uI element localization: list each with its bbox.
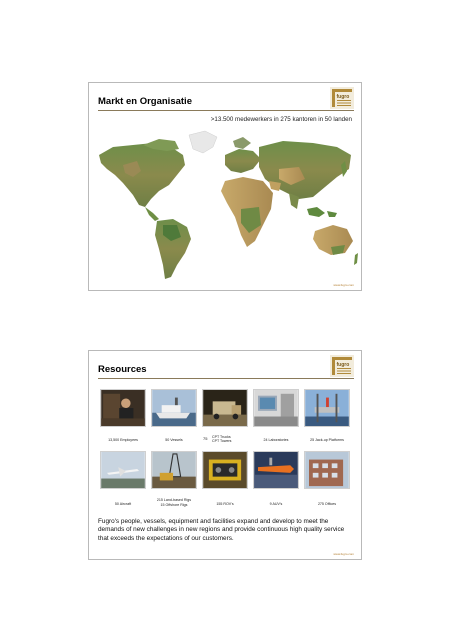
resource-label-cpt-line2: CPT Towers <box>212 439 232 444</box>
photo-auv <box>253 451 299 489</box>
slide-title: Markt en Organisatie <box>98 96 192 107</box>
photo-office <box>304 451 350 489</box>
resource-label-employees: 13,500 Employees <box>108 438 138 442</box>
title-divider <box>98 110 354 111</box>
slide-subtitle: >13.500 medewerkers in 275 kantoren in 5… <box>210 116 352 123</box>
resource-label-vessels: 50 Vessels <box>165 438 183 442</box>
svg-text:fugro: fugro <box>337 94 350 100</box>
fugro-logo: fugro <box>330 355 354 377</box>
slide-title: Resources <box>98 364 147 375</box>
resource-label-auvs: 9 AUV's <box>269 502 283 506</box>
footer-url: www.fugro.com <box>333 552 354 556</box>
svg-text:fugro: fugro <box>337 362 350 368</box>
photo-laboratory <box>253 389 299 427</box>
resource-label-jackup: 25 Jack-up Platforms <box>310 438 344 442</box>
fugro-logo: fugro <box>330 87 354 109</box>
resources-paragraph: Fugro's people, vessels, equipment and f… <box>98 518 345 542</box>
title-divider <box>98 378 354 379</box>
resource-label-rovs: 155 ROV's <box>216 502 234 506</box>
resource-label-rigs-line2: 15 Offshore Rigs <box>160 502 188 507</box>
photo-jackup-platform <box>304 389 350 427</box>
photo-aircraft <box>100 451 146 489</box>
photo-rov <box>202 451 248 489</box>
slide-resources: Resources fugro 13,500 Employees 50 Vess… <box>88 350 362 560</box>
slide-markt-en-organisatie: Markt en Organisatie fugro >13.500 medew… <box>88 82 362 291</box>
photo-drilling-rig <box>151 451 197 489</box>
photo-cpt-truck <box>202 389 248 427</box>
photo-vessel <box>151 389 197 427</box>
resource-label-offices: 275 Offices <box>317 502 337 506</box>
world-map <box>93 125 359 285</box>
resource-label-laboratories: 24 Laboratories <box>263 438 289 442</box>
resource-label-aircraft: 50 Aircraft <box>114 502 132 506</box>
footer-url: www.fugro.com <box>333 283 354 287</box>
photo-employee <box>100 389 146 427</box>
resource-label-cpt-number: 75 <box>203 436 208 441</box>
